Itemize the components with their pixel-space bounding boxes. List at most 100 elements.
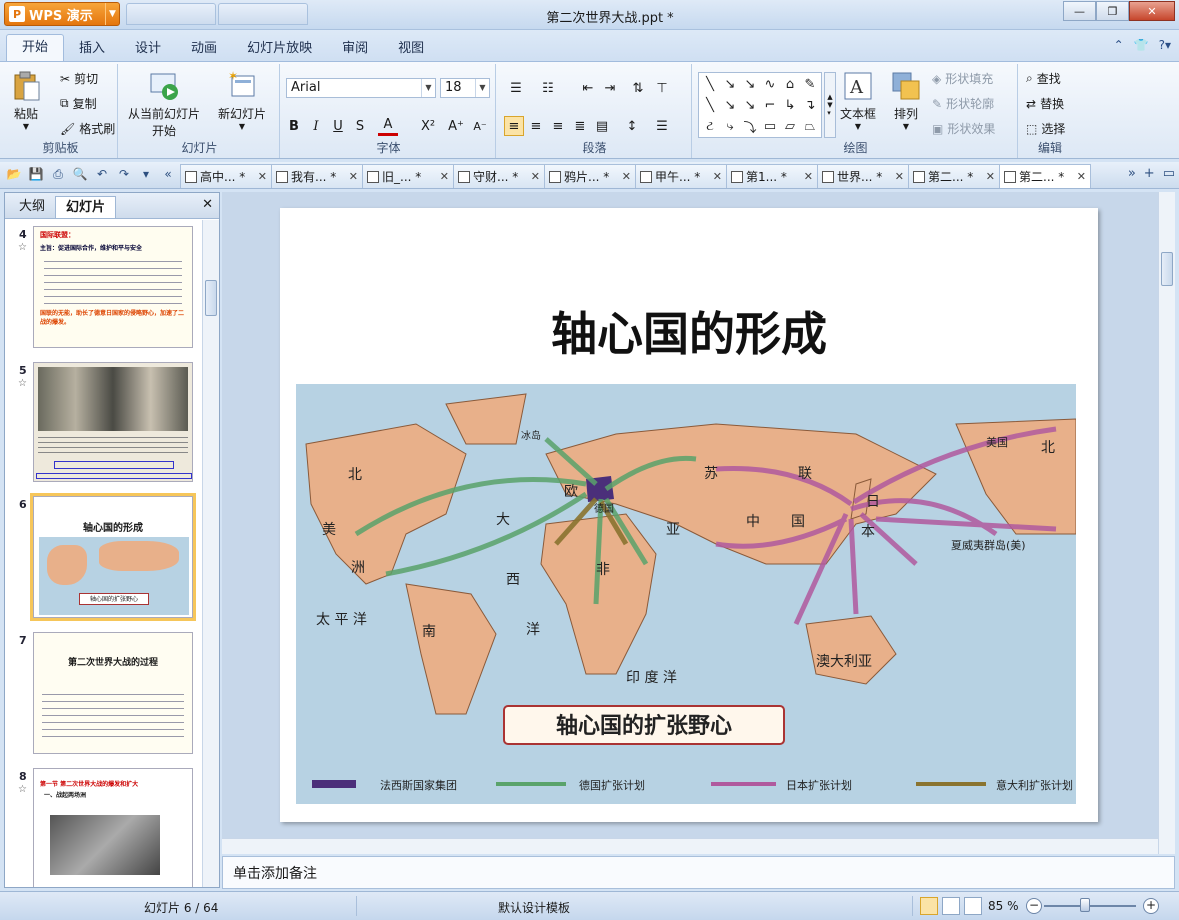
scroll-tabs-right-icon[interactable]: »: [1128, 166, 1136, 181]
wps-app-menu-button[interactable]: P WPS 演示 ▼: [4, 2, 120, 26]
rectangle-shape-icon[interactable]: ▭: [760, 116, 780, 137]
bold-button[interactable]: B: [284, 116, 304, 136]
close-tab-icon[interactable]: ✕: [895, 170, 904, 183]
tab-slides[interactable]: 幻灯片: [55, 196, 117, 218]
slide-vertical-scrollbar[interactable]: [1158, 192, 1175, 854]
slide-thumbnail[interactable]: [33, 362, 193, 482]
zoom-slider-thumb[interactable]: [1080, 898, 1090, 912]
select-button[interactable]: ⬚ 选择: [1026, 120, 1065, 137]
document-tab[interactable]: 高中... * ✕: [180, 164, 272, 188]
slide-thumbnail-item[interactable]: 5 ☆: [13, 362, 199, 486]
tab-design[interactable]: 设计: [120, 36, 176, 62]
copy-button[interactable]: ⧉ 复制: [60, 95, 97, 112]
text-direction-icon[interactable]: ⇅: [628, 78, 648, 98]
close-tab-icon[interactable]: ✕: [440, 170, 449, 183]
paste-button[interactable]: 粘贴 ▼: [10, 70, 42, 131]
arrow-shape-icon[interactable]: ↘: [720, 95, 740, 116]
collapse-ribbon-icon[interactable]: ⌃: [1114, 38, 1124, 52]
slide-thumbnail-item[interactable]: 4 ☆ 国际联盟： 主旨：促进国际合作，维护和平与安全 国联的无能，助长了德意日…: [13, 226, 199, 356]
shrink-font-button[interactable]: A⁻: [470, 116, 490, 136]
close-tab-icon[interactable]: ✕: [986, 170, 995, 183]
textbox-button[interactable]: A 文本框 ▼: [840, 70, 876, 131]
curve-arrow-icon[interactable]: ⤵: [740, 116, 760, 137]
slide-thumbnail[interactable]: 第一节 第二次世界大战的爆发和扩大 一、战起两场洲: [33, 768, 193, 887]
format-painter-button[interactable]: 🖌 格式刷: [60, 120, 115, 137]
align-right-icon[interactable]: ≡: [548, 116, 568, 136]
find-button[interactable]: ⌕ 查找: [1026, 70, 1061, 87]
elbow-arrow-icon[interactable]: ↴: [800, 95, 820, 116]
columns-icon[interactable]: ☰: [652, 116, 672, 136]
close-tab-icon[interactable]: ✕: [804, 170, 813, 183]
slide-horizontal-scrollbar[interactable]: [222, 838, 1158, 854]
title-tab[interactable]: [126, 3, 216, 25]
close-tab-icon[interactable]: ✕: [349, 170, 358, 183]
align-center-icon[interactable]: ≡: [526, 116, 546, 136]
scroll-tabs-left-icon[interactable]: «: [160, 166, 176, 182]
close-tab-icon[interactable]: ✕: [1077, 170, 1086, 183]
tab-animation[interactable]: 动画: [176, 36, 232, 62]
decrease-indent-icon[interactable]: ⇤: [578, 78, 598, 98]
tab-slideshow[interactable]: 幻灯片放映: [232, 36, 327, 62]
open-folder-icon[interactable]: 📂: [6, 166, 22, 182]
scrollbar-thumb[interactable]: [1161, 252, 1173, 286]
tab-view[interactable]: 视图: [383, 36, 439, 62]
distribute-icon[interactable]: ▤: [592, 116, 612, 136]
title-tab[interactable]: [218, 3, 308, 25]
close-icon[interactable]: ✕: [202, 197, 213, 212]
slide-thumbnail[interactable]: 轴心国的形成 轴心国的扩张野心: [30, 493, 196, 621]
slide-thumbnail-item[interactable]: 8 ☆ 第一节 第二次世界大战的爆发和扩大 一、战起两场洲: [13, 768, 199, 887]
design-template-label[interactable]: 默认设计模板: [498, 899, 570, 916]
scrollbar-thumb[interactable]: [205, 280, 217, 316]
line-shape-icon[interactable]: ╲: [700, 74, 720, 95]
save-icon[interactable]: 💾: [28, 166, 44, 182]
arrange-button[interactable]: 排列 ▼: [890, 70, 922, 131]
tab-list-icon[interactable]: ▭: [1163, 166, 1175, 181]
slide-thumbnail-item-selected[interactable]: 6 轴心国的形成 轴心国的扩张野心: [13, 493, 199, 622]
print-preview-icon[interactable]: 🔍: [72, 166, 88, 182]
slide-thumbnail-item[interactable]: 7 第二次世界大战的过程: [13, 632, 199, 758]
skin-icon[interactable]: 👕: [1134, 38, 1149, 52]
axis-expansion-map-image[interactable]: 轴心国的扩张野心 法西斯国家集团 德国扩张计划 日本扩张计划 意大利扩张计划 美…: [296, 384, 1076, 804]
increase-indent-icon[interactable]: ⇥: [600, 78, 620, 98]
slide-thumbnail[interactable]: 国际联盟： 主旨：促进国际合作，维护和平与安全 国联的无能，助长了德意日国家的侵…: [33, 226, 193, 348]
shape-outline-button[interactable]: ✎ 形状轮廓: [932, 95, 994, 112]
shadow-button[interactable]: S: [350, 116, 370, 136]
document-tab[interactable]: 甲午... * ✕: [635, 164, 727, 188]
document-tab[interactable]: 第1... * ✕: [726, 164, 818, 188]
curve-shape-icon[interactable]: ∿: [760, 74, 780, 95]
arrow-shape-icon[interactable]: ↘: [740, 74, 760, 95]
curve-connector-icon[interactable]: ટ: [700, 116, 720, 137]
shape-fill-button[interactable]: ◈ 形状填充: [932, 70, 993, 87]
font-name-select[interactable]: Arial ▼: [286, 78, 436, 98]
document-tab[interactable]: 旧_... * ✕: [362, 164, 454, 188]
new-tab-icon[interactable]: +: [1144, 166, 1155, 181]
align-left-icon[interactable]: ≡: [504, 116, 524, 136]
numbering-icon[interactable]: ☷: [538, 78, 558, 98]
print-icon[interactable]: ⎙: [50, 166, 66, 182]
document-tab[interactable]: 守财... * ✕: [453, 164, 545, 188]
close-tab-icon[interactable]: ✕: [622, 170, 631, 183]
trapezoid-shape-icon[interactable]: ⏢: [800, 116, 820, 137]
document-tab[interactable]: 第二... * ✕: [999, 164, 1091, 188]
slide-thumbnail[interactable]: 第二次世界大战的过程: [33, 632, 193, 754]
shapes-gallery[interactable]: ╲ ↘ ↘ ∿ ⌂ ✎ ╲ ↘ ↘ ⌐ ↳ ↴ ટ ⤷ ⤵ ▭ ▱ ⏢: [698, 72, 822, 138]
tab-review[interactable]: 审阅: [327, 36, 383, 62]
document-tab[interactable]: 世界... * ✕: [817, 164, 909, 188]
replace-button[interactable]: ⇄ 替换: [1026, 95, 1064, 112]
zoom-out-button[interactable]: −: [1026, 898, 1042, 914]
undo-icon[interactable]: ↶: [94, 166, 110, 182]
notes-pane[interactable]: 单击添加备注: [222, 856, 1175, 889]
document-tab[interactable]: 鸦片... * ✕: [544, 164, 636, 188]
line-spacing-icon[interactable]: ↕: [622, 116, 642, 136]
close-tab-icon[interactable]: ✕: [713, 170, 722, 183]
tab-home[interactable]: 开始: [6, 34, 65, 62]
line-shape-icon[interactable]: ╲: [700, 95, 720, 116]
minimize-button[interactable]: —: [1063, 1, 1096, 21]
tab-insert[interactable]: 插入: [64, 36, 120, 62]
shape-effect-button[interactable]: ▣ 形状效果: [932, 120, 995, 137]
document-tab[interactable]: 第二... * ✕: [908, 164, 1000, 188]
freeform-shape-icon[interactable]: ⌂: [780, 74, 800, 95]
tab-outline[interactable]: 大纲: [9, 196, 55, 218]
play-from-current-button[interactable]: 从当前幻灯片 开始: [128, 70, 200, 139]
current-slide[interactable]: 轴心国的形成 轴心国的扩张野心 法西斯国家集团 德国扩张计划 日本扩张计划 意大…: [280, 208, 1098, 822]
